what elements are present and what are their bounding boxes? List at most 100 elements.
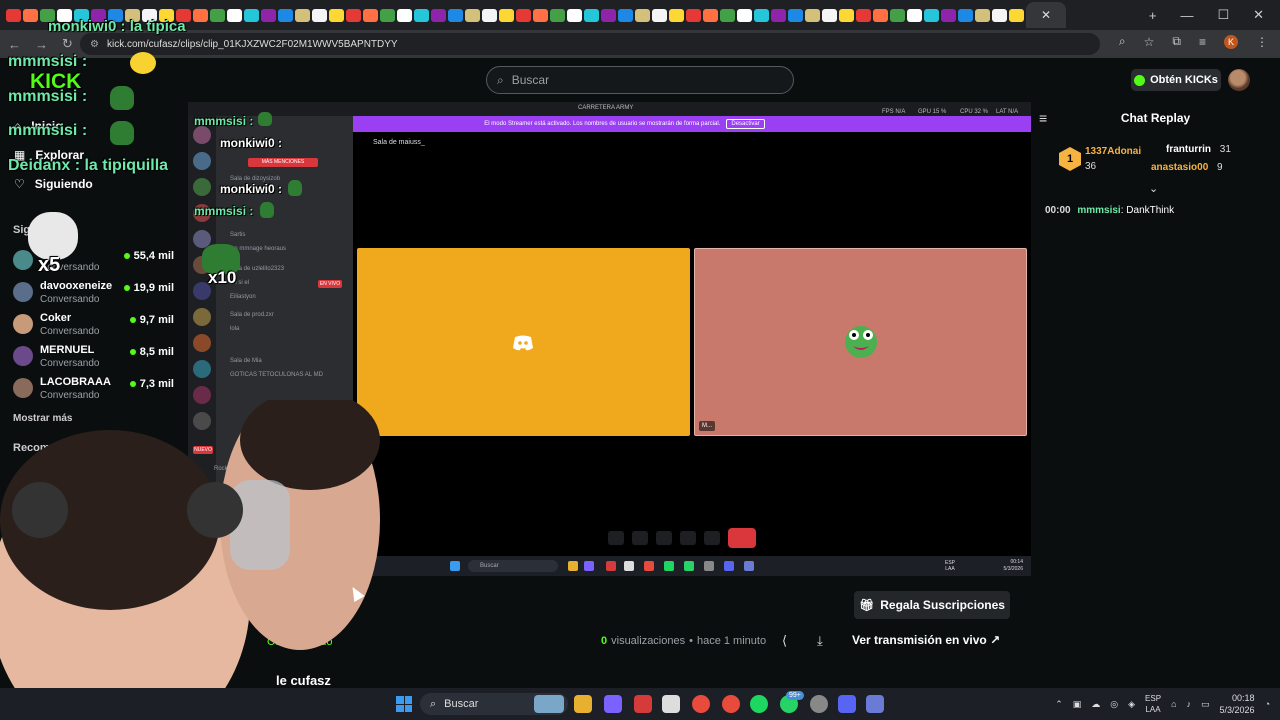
menu-icon[interactable]: ⋮ bbox=[1256, 35, 1268, 49]
channel-name[interactable]: cufasz bbox=[267, 593, 311, 609]
expand-gifters-icon[interactable]: ⌄ bbox=[1149, 182, 1158, 195]
tab-favicon-icon[interactable] bbox=[448, 8, 463, 22]
tab-favicon-icon[interactable] bbox=[499, 8, 514, 22]
sidebar-channel[interactable]: LACOBRAAA Conversando 7,3 mil bbox=[13, 376, 178, 406]
gifter-row[interactable]: anastasio00 9 bbox=[1151, 162, 1223, 173]
tab-favicon-icon[interactable] bbox=[346, 8, 361, 22]
tab-favicon-icon[interactable] bbox=[465, 8, 480, 22]
tab-favicon-icon[interactable] bbox=[992, 8, 1007, 22]
active-tab[interactable]: ✕ bbox=[1026, 2, 1066, 28]
profile-avatar[interactable]: K bbox=[1224, 34, 1238, 49]
tray-app-icon[interactable]: ◎ bbox=[1110, 699, 1118, 710]
tab-favicon-icon[interactable] bbox=[550, 8, 565, 22]
minimize-button[interactable]: — bbox=[1180, 8, 1193, 23]
app-icon[interactable] bbox=[634, 695, 652, 713]
tab-favicon-icon[interactable] bbox=[414, 8, 429, 22]
tab-favicon-icon[interactable] bbox=[533, 8, 548, 22]
tab-favicon-icon[interactable] bbox=[397, 8, 412, 22]
spotify-icon[interactable] bbox=[750, 695, 768, 713]
tab-favicon-icon[interactable] bbox=[380, 8, 395, 22]
tab-favicon-icon[interactable] bbox=[618, 8, 633, 22]
tray-app-icon[interactable]: ☁ bbox=[1091, 699, 1100, 710]
tab-favicon-icon[interactable] bbox=[856, 8, 871, 22]
tab-favicon-icon[interactable] bbox=[652, 8, 667, 22]
user-avatar[interactable] bbox=[1228, 69, 1250, 91]
show-more-link[interactable]: Mostrar más bbox=[13, 413, 72, 424]
tab-favicon-icon[interactable] bbox=[771, 8, 786, 22]
clip-category[interactable]: Conversando bbox=[267, 636, 332, 648]
gifter-name[interactable]: 1337Adonai bbox=[1085, 146, 1141, 157]
tab-favicon-icon[interactable] bbox=[924, 8, 939, 22]
tab-favicon-icon[interactable] bbox=[210, 8, 225, 22]
tab-close-icon[interactable]: ✕ bbox=[1041, 8, 1051, 22]
media-icon[interactable]: ≡ bbox=[1199, 35, 1206, 49]
back-icon[interactable]: ← bbox=[8, 37, 21, 52]
tab-favicon-icon[interactable] bbox=[516, 8, 531, 22]
gifter-row[interactable]: franturrin 31 bbox=[1166, 144, 1231, 155]
share-icon[interactable]: ⟨ bbox=[782, 633, 787, 649]
tab-favicon-icon[interactable] bbox=[329, 8, 344, 22]
windows-start-icon[interactable] bbox=[396, 696, 412, 712]
notifications-icon[interactable]: ◔ bbox=[1265, 699, 1270, 709]
language-indicator[interactable]: ESP LAA bbox=[1145, 693, 1161, 715]
tab-favicon-icon[interactable] bbox=[958, 8, 973, 22]
tab-favicon-icon[interactable] bbox=[754, 8, 769, 22]
volume-icon[interactable]: ♪ bbox=[1187, 699, 1192, 709]
search-input[interactable]: ⌕ Buscar bbox=[486, 66, 794, 94]
tab-favicon-icon[interactable] bbox=[227, 8, 242, 22]
tab-favicon-icon[interactable] bbox=[805, 8, 820, 22]
tab-favicon-icon[interactable] bbox=[295, 8, 310, 22]
widgets-icon[interactable] bbox=[534, 695, 564, 713]
tab-favicon-icon[interactable] bbox=[567, 8, 582, 22]
tab-favicon-icon[interactable] bbox=[788, 8, 803, 22]
tab-favicon-icon[interactable] bbox=[6, 8, 21, 22]
tab-favicon-icon[interactable] bbox=[1009, 8, 1024, 22]
sidebar-item-following[interactable]: ♡ Siguiendo bbox=[14, 177, 93, 191]
tab-favicon-icon[interactable] bbox=[261, 8, 276, 22]
tab-favicon-icon[interactable] bbox=[363, 8, 378, 22]
tab-favicon-icon[interactable] bbox=[431, 8, 446, 22]
tab-favicon-icon[interactable] bbox=[720, 8, 735, 22]
sidebar-channel[interactable]: davooxeneize Conversando 19,9 mil bbox=[13, 280, 178, 310]
chat-message-user[interactable]: mmmsisi bbox=[1077, 205, 1120, 216]
tab-favicon-icon[interactable] bbox=[839, 8, 854, 22]
tab-favicon-icon[interactable] bbox=[482, 8, 497, 22]
discord-icon[interactable] bbox=[838, 695, 856, 713]
tab-favicon-icon[interactable] bbox=[873, 8, 888, 22]
close-window-button[interactable]: ✕ bbox=[1253, 7, 1264, 23]
extensions-icon[interactable]: ⧉ bbox=[1172, 34, 1181, 49]
tab-favicon-icon[interactable] bbox=[23, 8, 38, 22]
get-kicks-button[interactable]: Obtén KICKs bbox=[1131, 69, 1221, 91]
video-player[interactable]: CARRETERA ARMY FPS N/A GPU 15 % CPU 32 %… bbox=[188, 102, 1031, 576]
tab-favicon-icon[interactable] bbox=[686, 8, 701, 22]
file-explorer-icon[interactable] bbox=[574, 695, 592, 713]
site-info-icon[interactable]: ⚙ bbox=[90, 39, 99, 50]
url-input[interactable]: ⚙ kick.com/cufasz/clips/clip_01KJXZWC2F0… bbox=[80, 33, 1100, 55]
app-icon[interactable] bbox=[604, 695, 622, 713]
network-icon[interactable]: ⌂ bbox=[1171, 699, 1176, 709]
tab-favicon-icon[interactable] bbox=[907, 8, 922, 22]
tab-favicon-icon[interactable] bbox=[244, 8, 259, 22]
tray-app-icon[interactable]: ◈ bbox=[1128, 699, 1135, 710]
store-icon[interactable] bbox=[662, 695, 680, 713]
sidebar-channel[interactable]: MERNUEL Conversando 8,5 mil bbox=[13, 344, 178, 374]
tray-app-icon[interactable]: ▣ bbox=[1073, 699, 1082, 710]
sidebar-channel[interactable]: Coker Conversando 9,7 mil bbox=[13, 312, 178, 342]
bookmark-star-icon[interactable]: ☆ bbox=[1144, 35, 1155, 49]
tab-favicon-icon[interactable] bbox=[890, 8, 905, 22]
tab-favicon-icon[interactable] bbox=[737, 8, 752, 22]
tab-favicon-icon[interactable] bbox=[669, 8, 684, 22]
tab-favicon-icon[interactable] bbox=[822, 8, 837, 22]
chrome-icon[interactable] bbox=[692, 695, 710, 713]
tray-chevron-icon[interactable]: ⌃ bbox=[1055, 699, 1063, 710]
taskbar-clock[interactable]: 00:18 5/3/2026 bbox=[1220, 692, 1255, 716]
chrome-icon[interactable] bbox=[722, 695, 740, 713]
tab-favicon-icon[interactable] bbox=[278, 8, 293, 22]
tab-favicon-icon[interactable] bbox=[312, 8, 327, 22]
tab-favicon-icon[interactable] bbox=[584, 8, 599, 22]
app-icon[interactable] bbox=[866, 695, 884, 713]
download-icon[interactable]: ⤓ bbox=[817, 633, 823, 649]
battery-icon[interactable]: ▭ bbox=[1201, 699, 1210, 710]
new-tab-button[interactable]: + bbox=[1149, 8, 1157, 23]
reload-icon[interactable]: ↻ bbox=[62, 36, 73, 52]
